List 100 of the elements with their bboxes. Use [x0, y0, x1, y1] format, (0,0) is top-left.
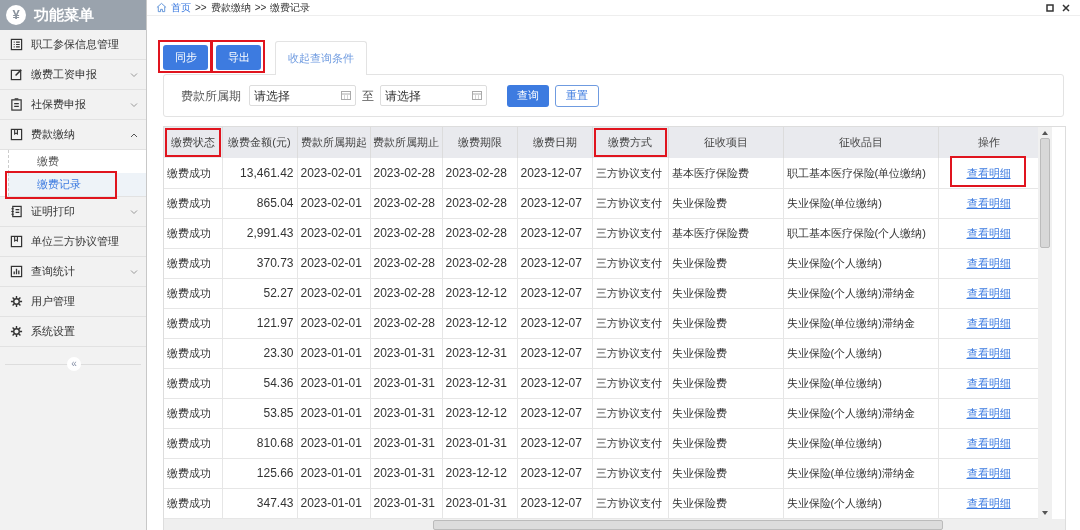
table-cell: 失业保险费: [668, 188, 783, 218]
detail-link[interactable]: 查看明细: [966, 166, 1011, 179]
scroll-thumb[interactable]: [433, 519, 943, 530]
table-cell: 347.43: [222, 488, 297, 518]
table-cell: 121.97: [222, 308, 297, 338]
scroll-thumb[interactable]: [1040, 138, 1050, 248]
table-cell: 基本医疗保险费: [668, 158, 783, 188]
book-icon: [10, 235, 23, 248]
table-cell: 缴费成功: [164, 308, 222, 338]
table-cell: 三方协议支付: [592, 368, 668, 398]
close-icon[interactable]: [1062, 3, 1070, 12]
column-header: 缴费期限: [442, 127, 517, 158]
table-cell: 缴费成功: [164, 398, 222, 428]
table-cell: 2023-01-31: [442, 428, 517, 458]
detail-link[interactable]: 查看明细: [966, 466, 1011, 479]
detail-link[interactable]: 查看明细: [966, 436, 1011, 449]
detail-link[interactable]: 查看明细: [966, 406, 1011, 419]
table-cell: 2023-12-07: [517, 338, 592, 368]
clipboard-icon: [10, 98, 23, 111]
table-cell: 2023-01-01: [297, 458, 370, 488]
table-cell: 2023-02-28: [370, 308, 442, 338]
detail-link[interactable]: 查看明细: [966, 316, 1011, 329]
table-cell: 2023-02-01: [297, 158, 370, 188]
table-cell: 缴费成功: [164, 248, 222, 278]
breadcrumb-link[interactable]: 首页: [171, 0, 191, 15]
column-header: 缴费金额(元): [222, 127, 297, 158]
table-cell: 2,991.43: [222, 218, 297, 248]
filter-tab[interactable]: 收起查询条件: [275, 41, 367, 75]
scroll-up-icon[interactable]: [1042, 131, 1048, 135]
table-cell: 失业保险费: [668, 308, 783, 338]
maximize-icon[interactable]: [1046, 3, 1054, 12]
table-cell: 53.85: [222, 398, 297, 428]
table-cell: 三方协议支付: [592, 338, 668, 368]
column-header: 缴费方式: [592, 127, 668, 158]
table-cell: 2023-01-31: [442, 488, 517, 518]
table-cell: 2023-01-01: [297, 488, 370, 518]
table-cell: 三方协议支付: [592, 158, 668, 188]
detail-link[interactable]: 查看明细: [966, 196, 1011, 209]
table-cell: 失业保险费: [668, 398, 783, 428]
table-cell: 2023-12-31: [442, 368, 517, 398]
table-cell: 三方协议支付: [592, 278, 668, 308]
table-cell: 三方协议支付: [592, 398, 668, 428]
table-cell: 370.73: [222, 248, 297, 278]
table-cell: 2023-12-07: [517, 158, 592, 188]
table-cell: 失业保险(个人缴纳)滞纳金: [783, 398, 938, 428]
detail-link[interactable]: 查看明细: [966, 256, 1011, 269]
table-cell: 三方协议支付: [592, 428, 668, 458]
detail-link[interactable]: 查看明细: [966, 226, 1011, 239]
bar-chart-icon: [10, 265, 23, 278]
date-field[interactable]: 请选择: [249, 85, 356, 106]
table-cell: 2023-12-07: [517, 248, 592, 278]
table-cell: 失业保险(个人缴纳): [783, 248, 938, 278]
table-cell: 失业保险(单位缴纳)滞纳金: [783, 458, 938, 488]
calendar-icon: [472, 90, 482, 100]
table-cell: 2023-12-12: [442, 278, 517, 308]
table-cell: 2023-12-31: [442, 338, 517, 368]
submenu-item[interactable]: 缴费记录: [8, 173, 146, 196]
collapse-button[interactable]: «: [67, 357, 81, 371]
breadcrumb-link[interactable]: 费款缴纳: [210, 0, 251, 15]
table-cell: 2023-12-12: [442, 308, 517, 338]
column-header: 征收品目: [783, 127, 938, 158]
table-cell: 失业保险(单位缴纳): [783, 428, 938, 458]
table-cell: 失业保险费: [668, 428, 783, 458]
table-cell: 失业保险费: [668, 488, 783, 518]
query-button[interactable]: 查询: [507, 84, 549, 107]
table-cell: 失业保险(单位缴纳): [783, 188, 938, 218]
reset-button[interactable]: 重置: [555, 84, 599, 107]
column-header: 费款所属期止: [370, 127, 442, 158]
table-cell: 2023-02-01: [297, 278, 370, 308]
detail-link[interactable]: 查看明细: [966, 286, 1011, 299]
table-cell: 23.30: [222, 338, 297, 368]
detail-link[interactable]: 查看明细: [966, 346, 1011, 359]
table-cell: 2023-02-28: [442, 158, 517, 188]
column-header: 缴费状态: [164, 127, 222, 158]
column-header: 征收项目: [668, 127, 783, 158]
date-field[interactable]: 请选择: [380, 85, 487, 106]
toolbar-button[interactable]: 同步: [163, 45, 208, 70]
table-cell: 三方协议支付: [592, 188, 668, 218]
edit-icon: [10, 68, 23, 81]
scroll-down-icon[interactable]: [1042, 510, 1048, 515]
table-cell: 2023-12-07: [517, 428, 592, 458]
filter-label: 费款所属期: [181, 87, 241, 105]
table-cell: 缴费成功: [164, 458, 222, 488]
table-cell: 2023-12-07: [517, 398, 592, 428]
detail-link[interactable]: 查看明细: [966, 496, 1011, 509]
table-cell: 2023-02-01: [297, 218, 370, 248]
table-cell: 2023-02-01: [297, 308, 370, 338]
vertical-scrollbar[interactable]: [1038, 127, 1052, 519]
table-cell: 2023-02-28: [370, 158, 442, 188]
toolbar-button[interactable]: 导出: [216, 45, 261, 70]
document-icon: [10, 205, 23, 218]
table-cell: 2023-02-28: [442, 248, 517, 278]
table-cell: 2023-12-07: [517, 278, 592, 308]
table-cell: 三方协议支付: [592, 218, 668, 248]
table-cell: 2023-02-28: [370, 278, 442, 308]
table-cell: 2023-02-01: [297, 188, 370, 218]
table-cell: 三方协议支付: [592, 488, 668, 518]
table-cell: 职工基本医疗保险(个人缴纳): [783, 218, 938, 248]
detail-link[interactable]: 查看明细: [966, 376, 1011, 389]
breadcrumb-separator: >>: [195, 1, 207, 15]
